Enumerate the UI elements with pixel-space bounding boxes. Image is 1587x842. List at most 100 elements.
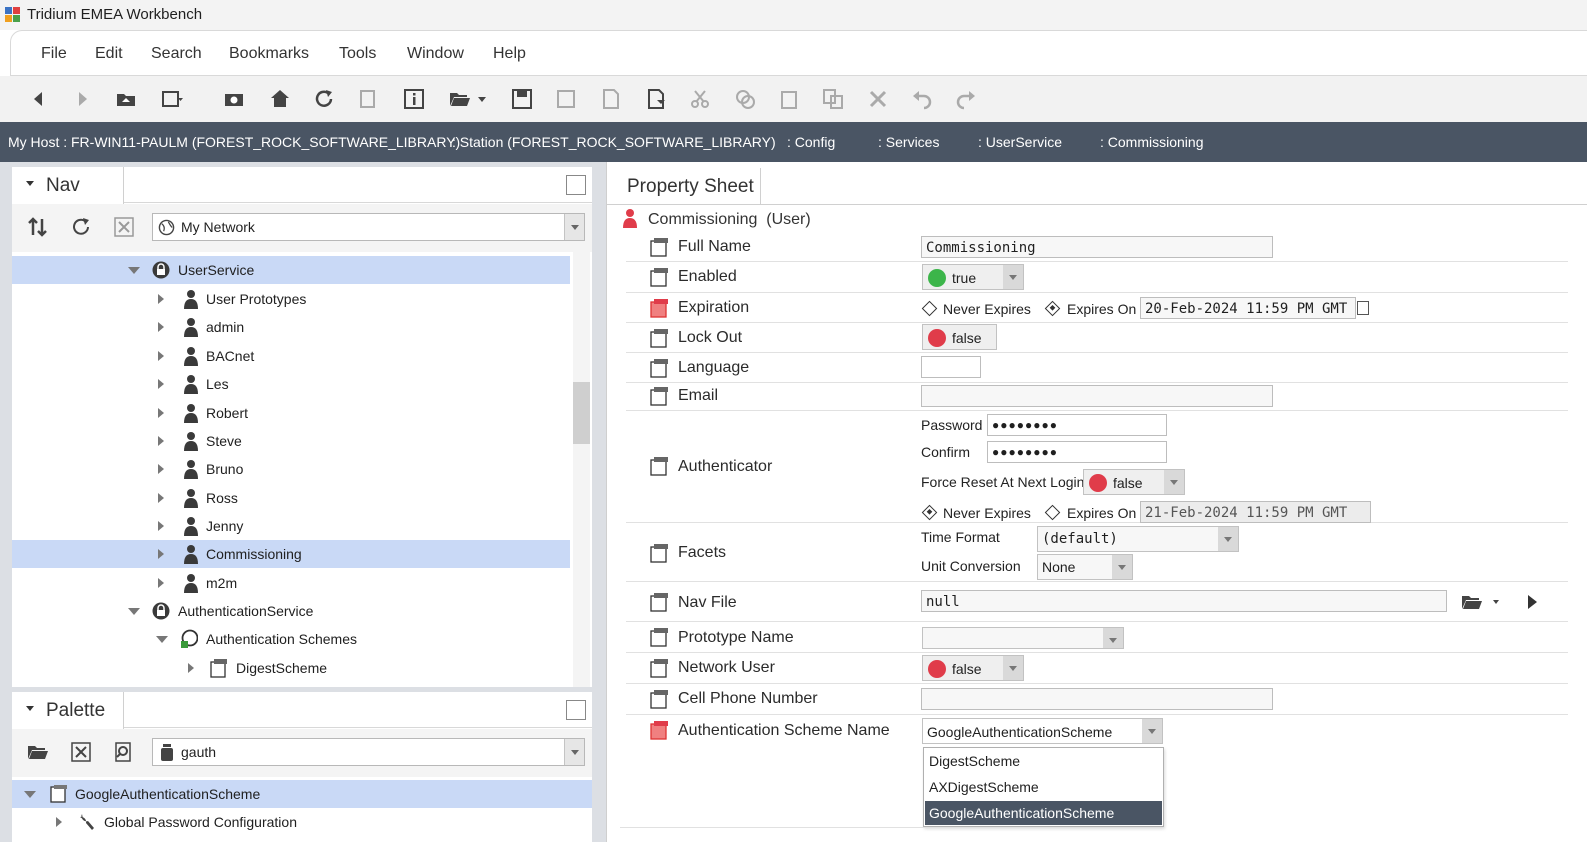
folder-up-icon[interactable] <box>114 87 138 111</box>
maximize-icon[interactable] <box>566 700 586 720</box>
tree-item-bacnet[interactable]: BACnet <box>12 342 570 370</box>
chevron-down-icon[interactable] <box>1484 590 1508 614</box>
option-digest-scheme[interactable]: DigestScheme <box>925 749 1162 773</box>
find-icon[interactable] <box>112 740 136 764</box>
expires-on-radio[interactable] <box>1044 300 1061 317</box>
enabled-select[interactable]: true <box>922 264 1024 290</box>
tree-item-bruno[interactable]: Bruno <box>12 455 570 483</box>
language-field[interactable] <box>921 356 981 378</box>
info-icon[interactable] <box>402 87 426 111</box>
unit-conversion-select[interactable]: None <box>1037 554 1133 580</box>
open-folder-icon[interactable] <box>26 740 50 764</box>
paste-icon[interactable] <box>777 87 801 111</box>
network-combo[interactable]: My Network <box>152 213 585 241</box>
open-dropdown-icon[interactable] <box>470 87 494 111</box>
cell-phone-field[interactable] <box>921 688 1273 710</box>
expand-closed-icon[interactable] <box>158 493 164 503</box>
tree-item-m2m[interactable]: m2m <box>12 569 570 597</box>
never-expires-radio[interactable] <box>921 504 938 521</box>
cut-icon[interactable] <box>688 87 712 111</box>
full-name-field[interactable]: Commissioning <box>921 236 1273 258</box>
play-icon[interactable] <box>1520 590 1544 614</box>
pane-layout-icon[interactable] <box>160 87 184 111</box>
folder-icon[interactable] <box>1460 590 1484 614</box>
redo-icon[interactable] <box>954 87 978 111</box>
expand-closed-icon[interactable] <box>158 408 164 418</box>
close-icon[interactable] <box>69 740 93 764</box>
expand-closed-icon[interactable] <box>158 436 164 446</box>
maximize-icon[interactable] <box>566 175 586 195</box>
refresh-icon[interactable] <box>69 215 93 239</box>
password-field[interactable]: ●●●●●●●● <box>987 414 1167 436</box>
menu-search[interactable]: Search <box>151 45 202 63</box>
save-all-icon[interactable] <box>554 87 578 111</box>
menu-file[interactable]: File <box>41 45 67 63</box>
tree-item-les[interactable]: Les <box>12 370 570 398</box>
expand-closed-icon[interactable] <box>158 322 164 332</box>
menu-bookmarks[interactable]: Bookmarks <box>229 45 309 63</box>
force-reset-select[interactable]: false <box>1083 469 1185 495</box>
sort-icon[interactable] <box>26 215 50 239</box>
expiration-date-field[interactable]: 20-Feb-2024 11:59 PM GMT <box>1140 297 1356 319</box>
tree-item-digestscheme[interactable]: DigestScheme <box>12 654 570 682</box>
option-google-auth-scheme[interactable]: GoogleAuthenticationScheme <box>925 801 1162 825</box>
expand-closed-icon[interactable] <box>158 294 164 304</box>
tree-item-authenticationservice[interactable]: AuthenticationService <box>12 597 570 625</box>
menu-help[interactable]: Help <box>493 45 526 63</box>
menu-window[interactable]: Window <box>407 45 464 63</box>
duplicate-icon[interactable] <box>821 87 845 111</box>
tree-item-jenny[interactable]: Jenny <box>12 512 570 540</box>
back-icon[interactable] <box>27 87 51 111</box>
tree-item-admin[interactable]: admin <box>12 313 570 341</box>
expand-closed-icon[interactable] <box>158 351 164 361</box>
expand-closed-icon[interactable] <box>188 663 194 673</box>
date-spinner-icon[interactable] <box>1357 301 1369 315</box>
palette-search-combo[interactable]: gauth <box>152 738 585 766</box>
open-folder-icon[interactable] <box>448 87 472 111</box>
expand-open-icon[interactable] <box>156 636 168 643</box>
undo-icon[interactable] <box>910 87 934 111</box>
crumb-host[interactable]: My Host : FR-WIN11-PAULM (FOREST_ROCK_SO… <box>8 134 460 150</box>
delete-icon[interactable] <box>866 87 890 111</box>
option-ax-digest-scheme[interactable]: AXDigestScheme <box>925 775 1162 799</box>
tree-item-userservice[interactable]: UserService <box>12 256 570 284</box>
screenshot-icon[interactable] <box>222 87 246 111</box>
palette-item-google-auth-scheme[interactable]: GoogleAuthenticationScheme <box>12 780 592 808</box>
export-icon[interactable] <box>599 87 623 111</box>
home-icon[interactable] <box>268 87 292 111</box>
lock-out-toggle[interactable]: false <box>922 324 997 350</box>
expand-open-icon[interactable] <box>128 608 140 615</box>
prototype-name-select[interactable] <box>922 627 1124 649</box>
expires-on-radio[interactable] <box>1044 504 1061 521</box>
crumb-services[interactable]: : Services <box>878 134 939 150</box>
tree-item-authentication-schemes[interactable]: Authentication Schemes <box>12 625 570 653</box>
crumb-station[interactable]: : Station (FOREST_ROCK_SOFTWARE_LIBRARY) <box>452 134 776 150</box>
tree-item-robert[interactable]: Robert <box>12 399 570 427</box>
crumb-config[interactable]: : Config <box>787 134 835 150</box>
expand-open-icon[interactable] <box>128 267 140 274</box>
crumb-commissioning[interactable]: : Commissioning <box>1100 134 1203 150</box>
never-expires-radio[interactable] <box>921 300 938 317</box>
nav-scroll-thumb[interactable] <box>573 382 590 444</box>
palette-item-global-password-config[interactable]: Global Password Configuration <box>12 808 592 836</box>
auth-scheme-select[interactable]: GoogleAuthenticationScheme <box>922 718 1163 744</box>
menu-tools[interactable]: Tools <box>339 45 376 63</box>
network-user-select[interactable]: false <box>922 655 1024 681</box>
close-icon[interactable] <box>112 215 136 239</box>
crumb-userservice[interactable]: : UserService <box>978 134 1062 150</box>
forward-icon[interactable] <box>70 87 94 111</box>
refresh-icon[interactable] <box>312 87 336 111</box>
nav-file-field[interactable]: null <box>921 590 1447 612</box>
tree-item-ross[interactable]: Ross <box>12 484 570 512</box>
tree-item-commissioning[interactable]: Commissioning <box>12 540 570 568</box>
save-icon[interactable] <box>510 87 534 111</box>
menu-edit[interactable]: Edit <box>95 45 123 63</box>
tree-item-user-prototypes[interactable]: User Prototypes <box>12 285 570 313</box>
history-icon[interactable] <box>356 87 380 111</box>
nav-scrollbar[interactable] <box>573 252 590 687</box>
expand-closed-icon[interactable] <box>158 464 164 474</box>
palette-tab[interactable]: Palette <box>12 692 124 729</box>
expand-closed-icon[interactable] <box>158 521 164 531</box>
confirm-field[interactable]: ●●●●●●●● <box>987 441 1167 463</box>
expand-closed-icon[interactable] <box>158 549 164 559</box>
